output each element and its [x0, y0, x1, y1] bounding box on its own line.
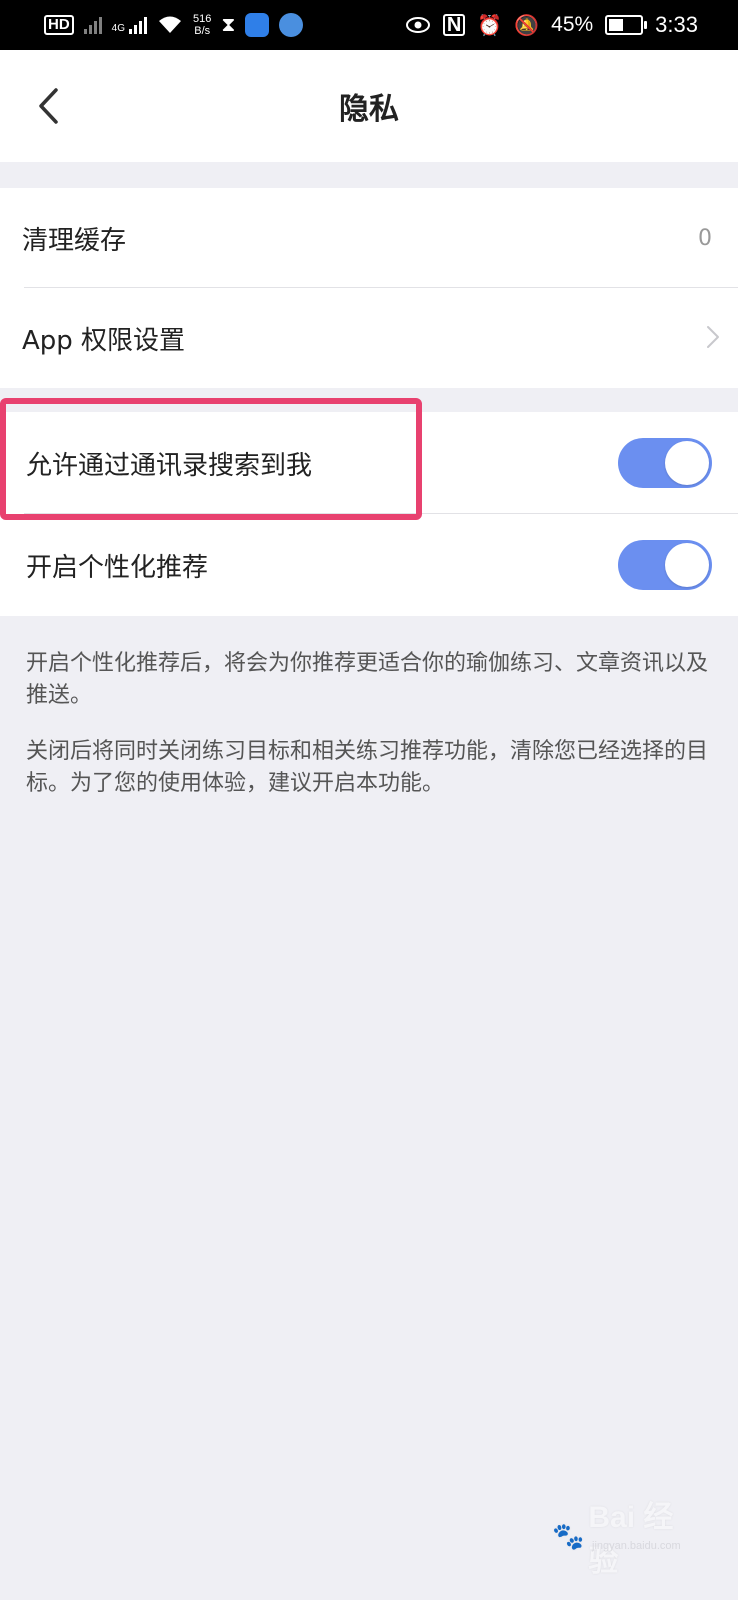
net-speed-unit: B/s — [194, 25, 211, 37]
personalized-recommendation-toggle[interactable] — [618, 540, 712, 590]
contact-search-label: 允许通过通讯录搜索到我 — [26, 450, 313, 481]
hourglass-icon: ⧗ — [221, 13, 236, 36]
network-type: 4G — [111, 23, 126, 34]
alarm-icon: ⏰ — [477, 14, 503, 37]
net-speed-value: 516 — [193, 13, 212, 25]
personalized-recommendation-row: 开启个性化推荐 — [0, 514, 738, 616]
watermark-url: jingyan.baidu.com — [592, 1540, 681, 1552]
chevron-right-icon — [707, 326, 719, 348]
toggle-knob — [665, 441, 709, 485]
cache-size-value: 0 — [698, 225, 712, 251]
battery-percent: 45% — [551, 13, 594, 36]
eye-icon — [405, 17, 430, 33]
app-permissions-label: App 权限设置 — [22, 325, 186, 356]
mute-icon: 🔕 — [514, 14, 540, 37]
paw-icon: 🐾 — [552, 1520, 585, 1551]
navigation-bar: 隐私 — [0, 50, 738, 162]
app-notification-icon — [245, 13, 270, 37]
app-permissions-row[interactable]: App 权限设置 — [0, 288, 738, 388]
contact-search-row: 允许通过通讯录搜索到我 — [0, 412, 738, 514]
battery-icon — [605, 15, 648, 35]
nfc-icon: N — [442, 14, 466, 36]
net-speed: 516 B/s — [193, 13, 211, 37]
watermark-brand: 🐾 Bai 经验 — [552, 1492, 702, 1580]
status-bar-right: N ⏰ 🔕 45% 3:33 — [405, 0, 698, 50]
personalized-off-description: 关闭后将同时关闭练习目标和相关练习推荐功能，清除您已经选择的目标。为了您的使用体… — [26, 739, 709, 796]
page-title: 隐私 — [339, 92, 399, 127]
storage-permissions-group: 清理缓存 0 App 权限设置 — [0, 188, 738, 388]
watermark-brand-text: Bai 经验 — [588, 1501, 674, 1578]
privacy-toggles-group: 允许通过通讯录搜索到我 开启个性化推荐 — [0, 412, 738, 616]
personalized-recommendation-label: 开启个性化推荐 — [26, 552, 209, 583]
personalized-description: 开启个性化推荐后，将会为你推荐更适合你的瑜伽练习、文章资讯以及推送。 — [26, 651, 709, 708]
status-bar-left: HD 4G 516 B/s ⧗ — [44, 0, 304, 50]
clear-cache-label: 清理缓存 — [22, 225, 127, 256]
hd-voice-icon: HD — [44, 15, 74, 35]
clear-cache-row[interactable]: 清理缓存 0 — [0, 188, 738, 288]
signal-icon-sim1 — [83, 16, 102, 34]
watermark: 🐾 Bai 经验 jingyan.baidu.com — [552, 1492, 702, 1582]
wifi-icon — [159, 16, 182, 33]
contact-search-toggle[interactable] — [618, 438, 712, 488]
browser-notification-icon — [279, 13, 304, 37]
toggle-knob — [665, 543, 709, 587]
clock: 3:33 — [655, 12, 698, 37]
status-bar: HD 4G 516 B/s ⧗ N ⏰ 🔕 45% 3:33 — [0, 0, 738, 50]
signal-icon-sim2: 4G — [111, 16, 148, 34]
